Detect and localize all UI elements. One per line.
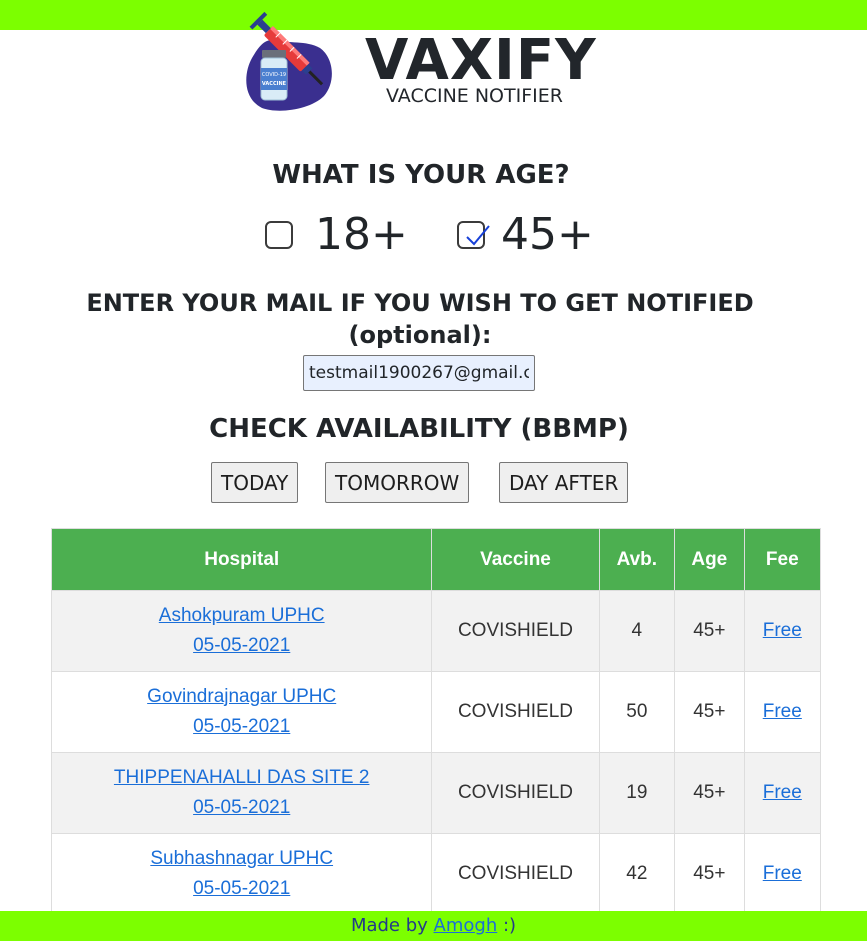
age-option-18[interactable]: 18+ <box>265 208 408 262</box>
mail-heading-line1: ENTER YOUR MAIL IF YOU WISH TO GET NOTIF… <box>86 289 754 317</box>
checkbox-18[interactable] <box>265 221 293 249</box>
date-link[interactable]: 05-05-2021 <box>193 635 290 656</box>
table-header-row: Hospital Vaccine Avb. Age Fee <box>51 528 821 591</box>
available-cell: 42 <box>598 833 676 913</box>
checkmark-icon <box>466 225 490 246</box>
table-row: Subhashnagar UPHC 05-05-2021 COVISHIELD … <box>51 833 821 913</box>
availability-heading: CHECK AVAILABILITY (BBMP) <box>209 414 629 444</box>
available-cell: 19 <box>598 752 676 834</box>
header-available: Avb. <box>598 528 676 591</box>
hospital-cell: Govindrajnagar UPHC 05-05-2021 <box>51 671 433 753</box>
available-cell: 4 <box>598 590 676 672</box>
footer-prefix: Made by <box>350 915 434 936</box>
hospital-link[interactable]: THIPPENAHALLI DAS SITE 2 <box>114 767 370 788</box>
age-cell: 45+ <box>674 590 745 672</box>
fee-link[interactable]: Free <box>763 863 802 884</box>
header-fee: Fee <box>743 528 821 591</box>
today-button[interactable]: TODAY <box>211 462 299 503</box>
footer: Made by Amogh :) <box>0 911 867 941</box>
vaccine-cell: COVISHIELD <box>431 752 600 834</box>
available-cell: 50 <box>598 671 676 753</box>
hospital-link[interactable]: Ashokpuram UPHC <box>159 605 325 626</box>
availability-table-container[interactable]: Hospital Vaccine Avb. Age Fee Ashokpuram… <box>51 528 821 913</box>
age-cell: 45+ <box>674 752 745 834</box>
age-cell: 45+ <box>674 671 745 753</box>
hospital-cell: Subhashnagar UPHC 05-05-2021 <box>51 833 433 913</box>
age-label-18: 18+ <box>315 209 408 260</box>
date-link[interactable]: 05-05-2021 <box>193 878 290 899</box>
fee-link[interactable]: Free <box>763 620 802 641</box>
hospital-link[interactable]: Subhashnagar UPHC <box>150 848 333 869</box>
table-row: THIPPENAHALLI DAS SITE 2 05-05-2021 COVI… <box>51 752 821 834</box>
mail-heading: ENTER YOUR MAIL IF YOU WISH TO GET NOTIF… <box>0 287 840 351</box>
brand-subtitle: VACCINE NOTIFIER <box>386 85 563 107</box>
header-vaccine: Vaccine <box>431 528 600 591</box>
vaccine-cell: COVISHIELD <box>431 590 600 672</box>
footer-suffix: :) <box>497 915 517 936</box>
header-hospital: Hospital <box>51 528 433 591</box>
age-label-45: 45+ <box>501 209 594 260</box>
mail-heading-line2: (optional): <box>348 321 492 349</box>
syringe-vial-icon: COVID-19 VACCINE <box>246 11 332 111</box>
top-accent-bar <box>0 0 867 30</box>
date-link[interactable]: 05-05-2021 <box>193 716 290 737</box>
vial-label-small: COVID-19 <box>262 72 286 78</box>
author-link[interactable]: Amogh <box>434 915 498 936</box>
hospital-link[interactable]: Govindrajnagar UPHC <box>147 686 336 707</box>
header-age: Age <box>674 528 745 591</box>
age-heading: WHAT IS YOUR AGE? <box>272 160 570 190</box>
availability-table: Hospital Vaccine Avb. Age Fee Ashokpuram… <box>51 528 821 913</box>
fee-cell: Free <box>743 671 821 753</box>
age-cell: 45+ <box>674 833 745 913</box>
fee-cell: Free <box>743 752 821 834</box>
fee-cell: Free <box>743 590 821 672</box>
vaccine-cell: COVISHIELD <box>431 671 600 753</box>
date-link[interactable]: 05-05-2021 <box>193 797 290 818</box>
fee-cell: Free <box>743 833 821 913</box>
day-after-button[interactable]: DAY AFTER <box>499 462 629 503</box>
age-option-45[interactable]: 45+ <box>457 208 594 262</box>
checkbox-45[interactable] <box>457 221 490 249</box>
vaxify-logo: COVID-19 VACCINE <box>240 10 335 115</box>
hospital-cell: Ashokpuram UPHC 05-05-2021 <box>51 590 433 672</box>
fee-link[interactable]: Free <box>763 782 802 803</box>
hospital-cell: THIPPENAHALLI DAS SITE 2 05-05-2021 <box>51 752 433 834</box>
table-row: Govindrajnagar UPHC 05-05-2021 COVISHIEL… <box>51 671 821 753</box>
vaccine-cell: COVISHIELD <box>431 833 600 913</box>
vial-label: VACCINE <box>262 81 287 87</box>
email-input[interactable] <box>303 355 535 391</box>
fee-link[interactable]: Free <box>763 701 802 722</box>
table-row: Ashokpuram UPHC 05-05-2021 COVISHIELD 4 … <box>51 590 821 672</box>
tomorrow-button[interactable]: TOMORROW <box>325 462 470 503</box>
